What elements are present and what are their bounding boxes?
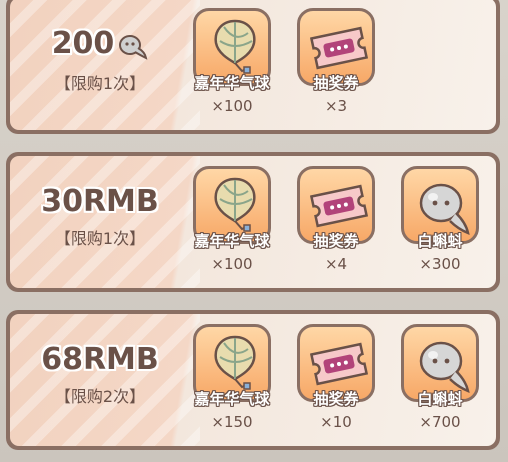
item-name: 嘉年华气球 (194, 232, 270, 250)
reward-item-ticket[interactable]: 抽奖券 ×3 (294, 8, 378, 115)
pack-card-inner: 68RMB 【限购2次】 嘉年华气球 ×150 抽奖券 ×10 白蝌蚪 ×700 (10, 314, 496, 446)
price-label: 68RMB (41, 342, 159, 377)
price-area: 30RMB 【限购1次】 (16, 184, 184, 249)
reward-item-balloon[interactable]: 嘉年华气球 ×100 (190, 166, 274, 273)
price-label: 200 (51, 26, 115, 61)
item-quantity: ×700 (419, 413, 461, 431)
item-quantity: ×10 (320, 413, 352, 431)
price-area: 68RMB 【限购2次】 (16, 342, 184, 407)
item-quantity: ×3 (324, 97, 348, 115)
price-area: 200 【限购1次】 (16, 26, 184, 94)
pack-card-1[interactable]: 200 【限购1次】 嘉年华气球 ×100 抽奖券 ×3 (6, 0, 500, 134)
reward-item-balloon[interactable]: 嘉年华气球 ×100 (190, 8, 274, 115)
item-name: 白蝌蚪 (417, 390, 463, 408)
reward-item-balloon[interactable]: 嘉年华气球 ×150 (190, 324, 274, 431)
pack-card-inner: 200 【限购1次】 嘉年华气球 ×100 抽奖券 ×3 (10, 0, 496, 130)
reward-item-tadpole[interactable]: 白蝌蚪 ×700 (398, 324, 482, 431)
item-quantity: ×100 (211, 97, 253, 115)
reward-list: 嘉年华气球 ×100 抽奖券 ×3 (190, 8, 378, 115)
item-name: 抽奖券 (313, 232, 359, 250)
shop-page: 200 【限购1次】 嘉年华气球 ×100 抽奖券 ×3 30RMB 【限购1次… (0, 0, 508, 462)
purchase-limit: 【限购1次】 (54, 73, 146, 93)
item-name: 抽奖券 (313, 390, 359, 408)
item-quantity: ×100 (211, 255, 253, 273)
item-name: 白蝌蚪 (417, 232, 463, 250)
item-name: 嘉年华气球 (194, 390, 270, 408)
pack-card-inner: 30RMB 【限购1次】 嘉年华气球 ×100 抽奖券 ×4 白蝌蚪 ×300 (10, 156, 496, 288)
purchase-limit: 【限购1次】 (54, 229, 146, 248)
item-quantity: ×300 (419, 255, 461, 273)
item-name: 抽奖券 (313, 74, 359, 92)
reward-list: 嘉年华气球 ×150 抽奖券 ×10 白蝌蚪 ×700 (190, 324, 482, 431)
purchase-limit: 【限购2次】 (54, 387, 146, 406)
pack-card-3[interactable]: 68RMB 【限购2次】 嘉年华气球 ×150 抽奖券 ×10 白蝌蚪 ×700 (6, 310, 500, 450)
item-quantity: ×4 (324, 255, 348, 273)
item-name: 嘉年华气球 (194, 74, 270, 92)
reward-item-ticket[interactable]: 抽奖券 ×10 (294, 324, 378, 431)
reward-list: 嘉年华气球 ×100 抽奖券 ×4 白蝌蚪 ×300 (190, 166, 482, 273)
reward-item-tadpole[interactable]: 白蝌蚪 ×300 (398, 166, 482, 273)
tadpole-currency-icon (118, 34, 148, 64)
pack-card-2[interactable]: 30RMB 【限购1次】 嘉年华气球 ×100 抽奖券 ×4 白蝌蚪 ×300 (6, 152, 500, 292)
price-label: 30RMB (41, 184, 159, 219)
item-quantity: ×150 (211, 413, 253, 431)
reward-item-ticket[interactable]: 抽奖券 ×4 (294, 166, 378, 273)
